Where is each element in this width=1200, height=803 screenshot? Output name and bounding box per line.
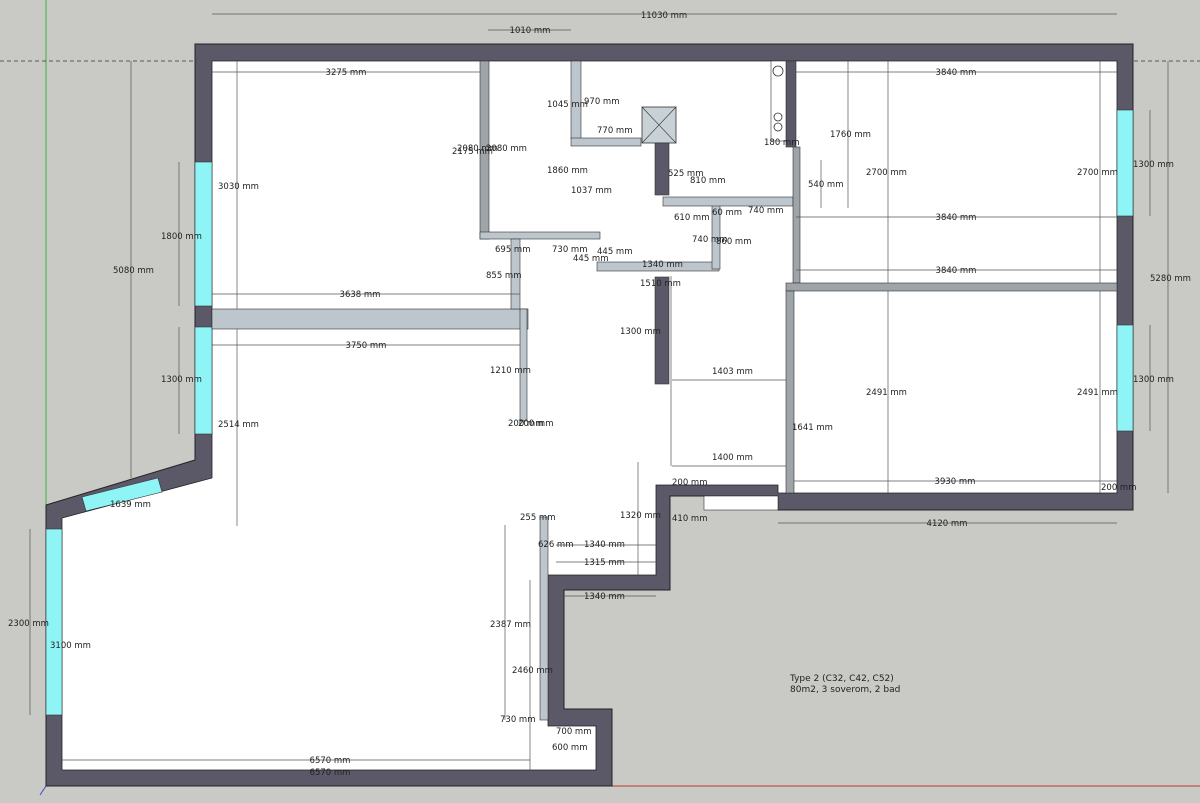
dim-bay-height: 2300 mm xyxy=(8,619,49,629)
dim-closet-right-a: 1760 mm xyxy=(830,130,871,140)
dim-bedroom-upper-b: 2700 mm xyxy=(1077,168,1118,178)
partition-right-vertical xyxy=(785,60,797,148)
dim-kitchen-bottom-a: 730 mm xyxy=(500,715,536,725)
dim-bath-a-width: 810 mm xyxy=(690,176,726,186)
dim-kitchen-island-b: 626 mm xyxy=(538,540,574,550)
dim-total-left-height: 5080 mm xyxy=(113,266,154,276)
dim-kitchen-depth-a: 2387 mm xyxy=(490,620,531,630)
dim-bath-a-wall: 740 mm xyxy=(748,206,784,216)
model-note-area: 80m2, 3 soverom, 2 bad xyxy=(790,685,901,695)
dim-top-opening: 1010 mm xyxy=(510,26,551,36)
dim-bedroom-lower-wall: 1641 mm xyxy=(792,423,833,433)
dim-corridor-width-b: 1400 mm xyxy=(712,453,753,463)
dim-hall-bottom-b: 1510 mm xyxy=(640,279,681,289)
dim-living-left-height: 2514 mm xyxy=(218,420,259,430)
model-note: Type 2 (C32, C42, C52) 80m2, 3 soverom, … xyxy=(790,674,900,696)
dim-hall-width: 1860 mm xyxy=(547,166,588,176)
door-opening-bottom xyxy=(703,495,779,511)
dim-closet-d: 445 mm xyxy=(573,254,609,264)
partition-left-room xyxy=(211,308,529,330)
dim-shaft-width: 970 mm xyxy=(584,97,620,107)
dim-partition-a: 3638 mm xyxy=(340,290,381,300)
bath-partition-c xyxy=(662,196,794,207)
dim-bay-window-width: 1639 mm xyxy=(110,500,151,510)
dim-bath-a-opening: 60 mm xyxy=(712,208,742,218)
dim-bottom-width-a: 6570 mm xyxy=(310,756,351,766)
dim-closet-right-b: 540 mm xyxy=(808,180,844,190)
dim-right-window-upper: 1300 mm xyxy=(1133,160,1174,170)
window-right-lower xyxy=(1116,324,1134,432)
dim-partition-b: 3750 mm xyxy=(346,341,387,351)
dim-stair-tread-b: 200 mm xyxy=(518,419,554,429)
dim-corridor-width: 1403 mm xyxy=(712,367,753,377)
dim-door-gap-a: 200 mm xyxy=(672,478,708,488)
dim-room-left-height: 3030 mm xyxy=(218,182,259,192)
drawing-canvas[interactable]: 11030 mm 1010 mm 3275 mm 3840 mm 3840 mm… xyxy=(0,0,1200,803)
dim-right-room-a: 3840 mm xyxy=(936,68,977,78)
dim-bedroom-lower-a: 2491 mm xyxy=(866,388,907,398)
floor-plan: 11030 mm 1010 mm 3275 mm 3840 mm 3840 mm… xyxy=(0,0,1200,796)
dim-kitchen-width-a: 1340 mm xyxy=(584,540,625,550)
dim-bay-window-height: 3100 mm xyxy=(50,641,91,651)
floor-area xyxy=(61,60,1118,771)
partition-hall-top xyxy=(479,231,601,240)
dim-shaft-depth: 770 mm xyxy=(597,126,633,136)
dim-left-window-lower: 1300 mm xyxy=(161,375,202,385)
dim-living-top: 3275 mm xyxy=(326,68,367,78)
dim-kitchen-bottom-b: 700 mm xyxy=(556,727,592,737)
dim-right-room-c: 3840 mm xyxy=(936,266,977,276)
dim-kitchen-island-a: 255 mm xyxy=(520,513,556,523)
dim-stair-width: 1210 mm xyxy=(490,366,531,376)
dim-closet-a: 695 mm xyxy=(495,245,531,255)
dim-bath-a-height: 860 mm xyxy=(716,237,752,247)
dim-bedroom-upper-a: 2700 mm xyxy=(866,168,907,178)
shaft-bottom xyxy=(570,137,642,147)
dim-bedroom-lower-b: 2491 mm xyxy=(1077,388,1118,398)
dim-kitchen-depth-c: 1320 mm xyxy=(620,511,661,521)
dim-total-right-height: 5280 mm xyxy=(1150,274,1191,284)
dim-bedroom-outer: 4120 mm xyxy=(927,519,968,529)
dim-kitchen-width-c: 1340 mm xyxy=(584,592,625,602)
dim-stair-depth: 855 mm xyxy=(486,271,522,281)
dim-corridor-wall: 1300 mm xyxy=(620,327,661,337)
partition-bedroom-lower xyxy=(785,290,795,494)
dim-kitchen-depth-b: 2460 mm xyxy=(512,666,553,676)
dim-door-gap-b: 410 mm xyxy=(672,514,708,524)
partition-bedrooms xyxy=(785,282,1118,292)
window-right-upper xyxy=(1116,109,1134,217)
dim-kitchen-width-b: 1315 mm xyxy=(584,558,625,568)
dim-right-window-lower: 1300 mm xyxy=(1133,375,1174,385)
column-center xyxy=(654,142,670,196)
dim-kitchen-depth: 1037 mm xyxy=(571,186,612,196)
dim-corridor-left-c: 2175 mm xyxy=(452,147,493,157)
dim-right-room-b: 3840 mm xyxy=(936,213,977,223)
partition-stair xyxy=(519,308,528,422)
blue-axis-line xyxy=(39,785,47,796)
model-note-type: Type 2 (C32, C42, C52) xyxy=(790,674,894,684)
dim-kitchen-bottom-c: 600 mm xyxy=(552,743,588,753)
dim-door-gap-c: 200 mm xyxy=(1101,483,1137,493)
partition-right-vertical-b xyxy=(792,146,801,284)
dim-hall-bottom-a: 1340 mm xyxy=(642,260,683,270)
dim-left-window-upper: 1800 mm xyxy=(161,232,202,242)
dim-bath-b: 180 mm xyxy=(764,138,800,148)
dim-overall-width: 11030 mm xyxy=(641,11,687,21)
dim-shaft-offset: 1045 mm xyxy=(547,100,588,110)
dim-bath-a-depth: 610 mm xyxy=(674,213,710,223)
dim-bedroom-bottom: 3930 mm xyxy=(935,477,976,487)
dim-bottom-width-b: 6570 mm xyxy=(310,768,351,778)
